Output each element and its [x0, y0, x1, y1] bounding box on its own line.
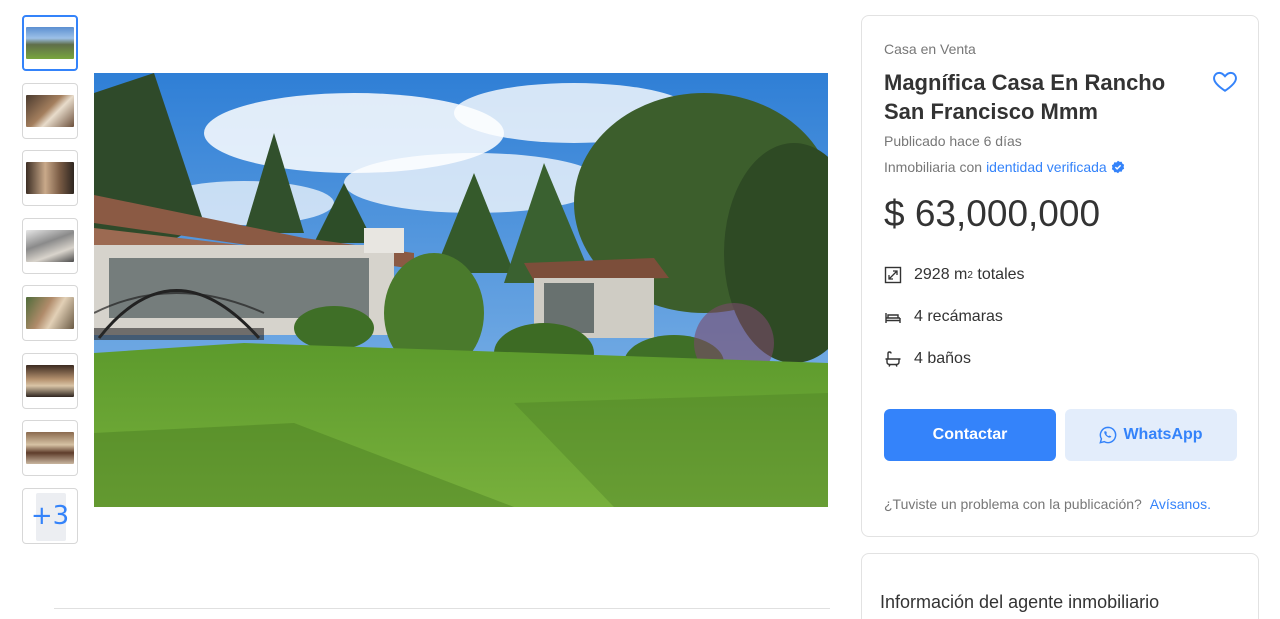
listing-title: Magnífica Casa En Rancho San Francisco M…: [884, 70, 1166, 124]
published-date: Publicado hace 6 días: [884, 133, 1022, 149]
thumbnail-image: [26, 364, 74, 397]
thumbnail-6[interactable]: [22, 352, 78, 409]
area-value: 2928 m: [914, 266, 968, 283]
thumbnail-3[interactable]: [22, 150, 78, 206]
area-suffix: totales: [972, 266, 1025, 283]
report-link[interactable]: Avísanos.: [1150, 496, 1211, 512]
bath-icon: [885, 351, 901, 367]
thumbnail-list: +3: [22, 15, 78, 555]
report-problem: ¿Tuviste un problema con la publicación?…: [884, 496, 1211, 512]
feature-area: 2928 m2 totales: [884, 266, 1025, 284]
problem-text: ¿Tuviste un problema con la publicación?: [884, 496, 1142, 512]
more-photos-button[interactable]: +3: [22, 487, 78, 544]
area-icon: [884, 266, 902, 284]
thumbnail-2[interactable]: [22, 82, 78, 139]
verified-badge-icon: [1111, 160, 1124, 174]
listing-price: $ 63,000,000: [884, 193, 1101, 234]
bed-icon: [885, 313, 901, 323]
feature-bedrooms: 4 recámaras: [884, 308, 1003, 326]
agency-verification: Inmobiliaria con identidad verificada: [884, 159, 1125, 175]
agent-info-card: Información del agente inmobiliario: [861, 553, 1259, 619]
thumbnail-image: [26, 297, 74, 329]
whatsapp-button[interactable]: WhatsApp: [1065, 409, 1237, 461]
listing-page: +3 Casa en Venta Magnífica Casa En Ranch…: [0, 0, 1280, 619]
thumbnail-5[interactable]: [22, 285, 78, 341]
bathrooms-text: 4 baños: [914, 350, 971, 367]
house-photo: [94, 73, 828, 507]
thumbnail-1[interactable]: [22, 15, 78, 71]
agent-info-title: Información del agente inmobiliario: [880, 592, 1160, 612]
feature-bathrooms: 4 baños: [884, 350, 971, 368]
verified-identity-link[interactable]: identidad verificada: [986, 159, 1107, 175]
whatsapp-label: WhatsApp: [1123, 426, 1203, 443]
bedrooms-text: 4 recámaras: [914, 308, 1003, 325]
thumbnail-image: [26, 162, 74, 194]
content-divider: [54, 608, 830, 609]
more-photos-label: +3: [30, 500, 70, 531]
thumbnail-image: [26, 94, 74, 127]
whatsapp-icon: [1099, 426, 1117, 444]
main-photo[interactable]: [94, 73, 828, 507]
agency-prefix: Inmobiliaria con: [884, 159, 983, 175]
listing-category: Casa en Venta: [884, 41, 976, 57]
thumbnail-image: [26, 432, 74, 464]
heart-icon[interactable]: [1212, 68, 1238, 94]
thumbnail-image: [26, 27, 74, 59]
contact-button[interactable]: Contactar: [884, 409, 1056, 461]
thumbnail-4[interactable]: [22, 217, 78, 274]
thumbnail-image: [26, 229, 74, 262]
listing-card: Casa en Venta Magnífica Casa En Rancho S…: [861, 15, 1259, 537]
thumbnail-7[interactable]: [22, 420, 78, 476]
